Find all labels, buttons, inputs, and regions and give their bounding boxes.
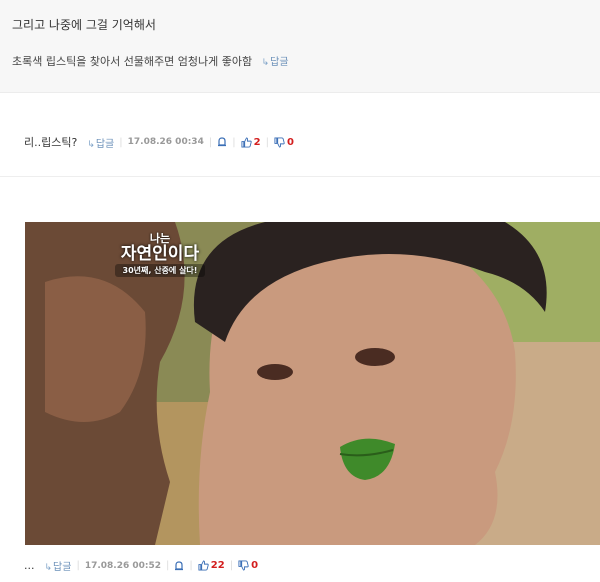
reply-arrow-icon: ↳: [261, 58, 270, 68]
dislike-count: 0: [286, 136, 294, 148]
separator: |: [166, 560, 170, 571]
logo-caption: 30년째, 산중에 살다!: [115, 264, 205, 277]
like-button[interactable]: 2: [241, 137, 261, 148]
reply-link[interactable]: ↳답글: [87, 135, 114, 150]
comment-date: 17.08.26 00:34: [127, 137, 204, 147]
reply-label: 답글: [53, 562, 72, 573]
reply-link[interactable]: ↳답글: [45, 558, 72, 573]
comment-text: 초록색 립스틱을 찾아서 선물해주면 엄청나게 좋아함: [12, 55, 253, 68]
comment-block: 그리고 나중에 그걸 기억해서 초록색 립스틱을 찾아서 선물해주면 엄청나게 …: [0, 0, 600, 93]
report-icon[interactable]: [174, 560, 184, 571]
logo-line-2: 자연인이다: [120, 244, 200, 264]
tv-show-logo: 나는 자연인이다 30년째, 산중에 살다!: [115, 230, 205, 280]
separator: |: [208, 136, 213, 148]
thumbs-up-icon: [198, 560, 209, 571]
comment-text: ...: [24, 559, 35, 572]
reply-arrow-icon: ↳: [44, 563, 53, 573]
reply-label: 답글: [95, 138, 115, 150]
separator: |: [265, 136, 269, 148]
like-count: 2: [253, 136, 261, 148]
dislike-button[interactable]: 0: [238, 560, 258, 571]
comment-text: 리..립스틱?: [24, 136, 78, 149]
comment-row: 리..립스틱? ↳답글 | 17.08.26 00:34 | | 2 | 0: [0, 134, 600, 150]
reply-label: 답글: [270, 57, 289, 68]
comment-text-line-1: 그리고 나중에 그걸 기억해서: [12, 18, 156, 32]
comment-text-line-2: 초록색 립스틱을 찾아서 선물해주면 엄청나게 좋아함 ↳답글: [12, 53, 289, 69]
comment-date: 17.08.26 00:52: [84, 560, 162, 571]
dislike-button[interactable]: 0: [274, 137, 294, 148]
reply-arrow-icon: ↳: [87, 139, 95, 150]
report-icon[interactable]: [217, 137, 227, 147]
thumbs-down-icon: [238, 560, 249, 571]
separator: |: [76, 560, 80, 571]
thumbs-up-icon: [241, 136, 252, 148]
thumbs-down-icon: [274, 136, 285, 148]
separator: |: [119, 136, 123, 148]
photo-illustration: [25, 222, 600, 545]
dislike-count: 0: [251, 560, 259, 571]
separator: |: [232, 136, 236, 148]
like-count: 22: [210, 560, 225, 571]
comment-photo[interactable]: 나는 자연인이다 30년째, 산중에 살다!: [25, 222, 600, 545]
like-button[interactable]: 22: [198, 560, 225, 571]
separator: |: [229, 560, 234, 571]
divider: [0, 176, 600, 177]
reply-link[interactable]: ↳답글: [262, 57, 289, 68]
comment-row: ... ↳답글 | 17.08.26 00:52 | | 22 | 0: [0, 558, 600, 573]
separator: |: [189, 560, 193, 571]
